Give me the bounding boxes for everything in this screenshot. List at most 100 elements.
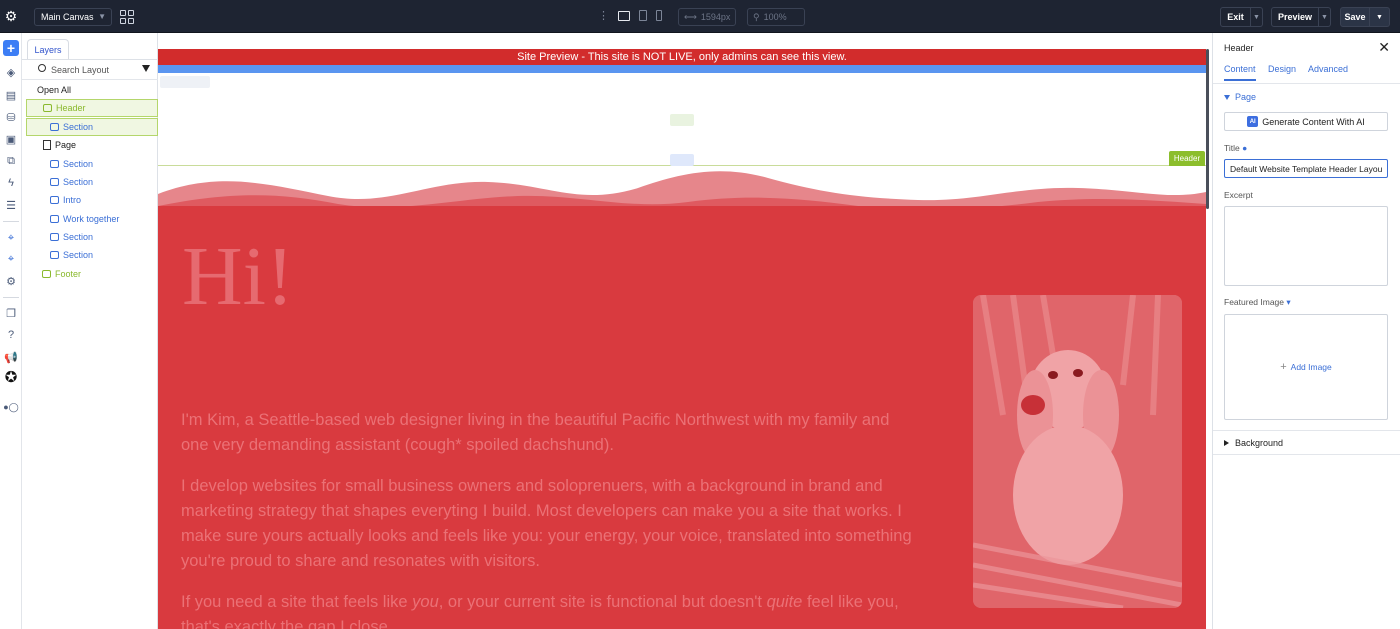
cta-emphasis: quite: [766, 593, 803, 611]
layer-label: Intro: [63, 195, 82, 205]
layer-item-header[interactable]: Header: [26, 99, 158, 117]
header-badge[interactable]: Header: [1169, 151, 1205, 166]
zoom-field[interactable]: ⚲ 100%: [747, 8, 805, 26]
layer-label: Footer: [55, 269, 82, 279]
ai-icon: AI: [1247, 116, 1259, 127]
layer-label: Header: [56, 103, 86, 113]
plus-icon: +: [1280, 361, 1287, 373]
search-placeholder: Search Layout: [51, 64, 110, 75]
hero-section[interactable]: Hi! I'm Kim, a Seattle-based web designe…: [158, 166, 1206, 629]
lightning-icon[interactable]: ϟ: [3, 175, 19, 191]
tab-design[interactable]: Design: [1268, 64, 1296, 74]
preview-label: Preview: [1277, 12, 1313, 22]
add-element-icon[interactable]: +: [3, 40, 19, 56]
close-icon[interactable]: ✕: [1378, 39, 1390, 56]
pages-icon[interactable]: ▤: [3, 87, 19, 103]
footer-icon: [42, 270, 51, 278]
required-dot-icon: ●: [1242, 143, 1248, 153]
section-icon: [50, 251, 59, 259]
title-label: Title ●: [1224, 143, 1247, 153]
canvas-width-field[interactable]: ⟷ 1594px: [678, 8, 736, 26]
section-icon: [50, 215, 59, 223]
layer-label: Section: [63, 250, 94, 260]
zoom-value: 100%: [763, 12, 787, 22]
copy-icon[interactable]: ⧉: [3, 153, 19, 169]
element-controls[interactable]: [160, 76, 210, 88]
desktop-view-icon[interactable]: [618, 10, 630, 21]
layer-item-section[interactable]: Section: [26, 173, 158, 191]
canvas-scrollbar[interactable]: [1206, 49, 1209, 209]
layer-label: Section: [63, 232, 94, 242]
toggle-icon[interactable]: ●◯: [3, 399, 19, 415]
phone-view-icon[interactable]: [656, 10, 662, 21]
pointer-edit-alt-icon[interactable]: ⌖: [3, 251, 19, 267]
chevron-down-icon: ▼: [98, 12, 106, 21]
header-icon: [43, 104, 52, 112]
exit-button[interactable]: Exit: [1220, 7, 1251, 27]
background-section-toggle[interactable]: Background: [1224, 438, 1283, 448]
database-icon[interactable]: ⛁: [3, 109, 19, 125]
settings-gear-icon[interactable]: ⚙: [0, 0, 22, 33]
cta-emphasis: you: [412, 593, 439, 611]
open-all-link[interactable]: Open All: [37, 85, 71, 95]
layer-item-section[interactable]: Section: [26, 155, 158, 173]
layer-item-section[interactable]: Section: [26, 118, 158, 136]
canvas-select-value: Main Canvas: [41, 12, 94, 22]
layer-item-work-together[interactable]: Work together: [26, 210, 158, 228]
grid-view-icon[interactable]: [120, 10, 134, 24]
windows-icon[interactable]: ❐: [3, 305, 19, 321]
filter-icon[interactable]: [142, 65, 150, 72]
tablet-view-icon[interactable]: [639, 10, 647, 21]
tab-layers[interactable]: Layers: [27, 39, 69, 59]
more-vertical-icon[interactable]: ⋮: [598, 9, 609, 22]
page-icon: [43, 140, 51, 150]
dog-illustration: [973, 295, 1182, 608]
title-field[interactable]: [1224, 159, 1388, 178]
add-section-handle[interactable]: [670, 154, 694, 166]
sliders-icon[interactable]: ☰: [3, 197, 19, 213]
layer-item-footer[interactable]: Footer: [26, 265, 158, 283]
layout-search[interactable]: Search Layout: [22, 60, 158, 80]
page-canvas[interactable]: Site Preview - This site is NOT LIVE, on…: [158, 33, 1212, 629]
save-button[interactable]: Save: [1340, 7, 1370, 27]
pointer-edit-icon[interactable]: ⌖: [3, 230, 19, 246]
save-label: Save: [1344, 12, 1366, 22]
cloud-settings-icon[interactable]: ⚙: [3, 273, 19, 289]
page-section-toggle[interactable]: Page: [1224, 92, 1256, 102]
site-preview-banner: Site Preview - This site is NOT LIVE, on…: [158, 49, 1206, 65]
layer-label: Section: [63, 177, 94, 187]
help-icon[interactable]: ?: [3, 327, 19, 343]
section-icon: [50, 233, 59, 241]
builder-logo-icon[interactable]: ✪: [3, 369, 19, 386]
title-label-text: Title: [1224, 143, 1240, 153]
layers-icon[interactable]: ◈: [3, 64, 19, 80]
layer-item-intro[interactable]: Intro: [26, 191, 158, 209]
top-toolbar: ⚙ Main Canvas ▼ ⋮ ⟷ 1594px ⚲ 100% Exit ▼…: [0, 0, 1400, 33]
required-dot-icon: ▾: [1286, 297, 1291, 307]
chevron-down-icon: [1224, 94, 1230, 100]
section-icon: [50, 123, 59, 131]
add-block-handle[interactable]: [670, 114, 694, 126]
preview-options-chevron-icon[interactable]: ▼: [1319, 7, 1331, 27]
layer-item-section[interactable]: Section: [26, 228, 158, 246]
canvas-select[interactable]: Main Canvas ▼: [34, 8, 112, 26]
layer-label: Section: [63, 159, 94, 169]
excerpt-field[interactable]: [1224, 206, 1388, 286]
generate-ai-label: Generate Content With AI: [1262, 116, 1365, 127]
canvas-width-value: 1594px: [700, 12, 731, 22]
tab-advanced[interactable]: Advanced: [1308, 64, 1348, 74]
exit-options-chevron-icon[interactable]: ▼: [1251, 7, 1263, 27]
dachshund-photo[interactable]: [973, 295, 1182, 608]
layer-item-page[interactable]: Page: [26, 136, 158, 154]
media-icon[interactable]: ▣: [3, 131, 19, 147]
layer-item-section[interactable]: Section: [26, 246, 158, 264]
add-image-label: Add Image: [1290, 362, 1332, 372]
featured-image-dropzone[interactable]: + Add Image: [1224, 314, 1388, 420]
save-options-chevron-icon[interactable]: ▼: [1370, 7, 1390, 27]
megaphone-icon[interactable]: 📢: [3, 349, 19, 365]
tab-layers-label: Layers: [34, 44, 62, 55]
hero-heading: Hi!: [182, 230, 294, 323]
preview-button[interactable]: Preview: [1271, 7, 1319, 27]
tab-content[interactable]: Content: [1224, 64, 1256, 81]
generate-ai-button[interactable]: AI Generate Content With AI: [1224, 112, 1388, 131]
